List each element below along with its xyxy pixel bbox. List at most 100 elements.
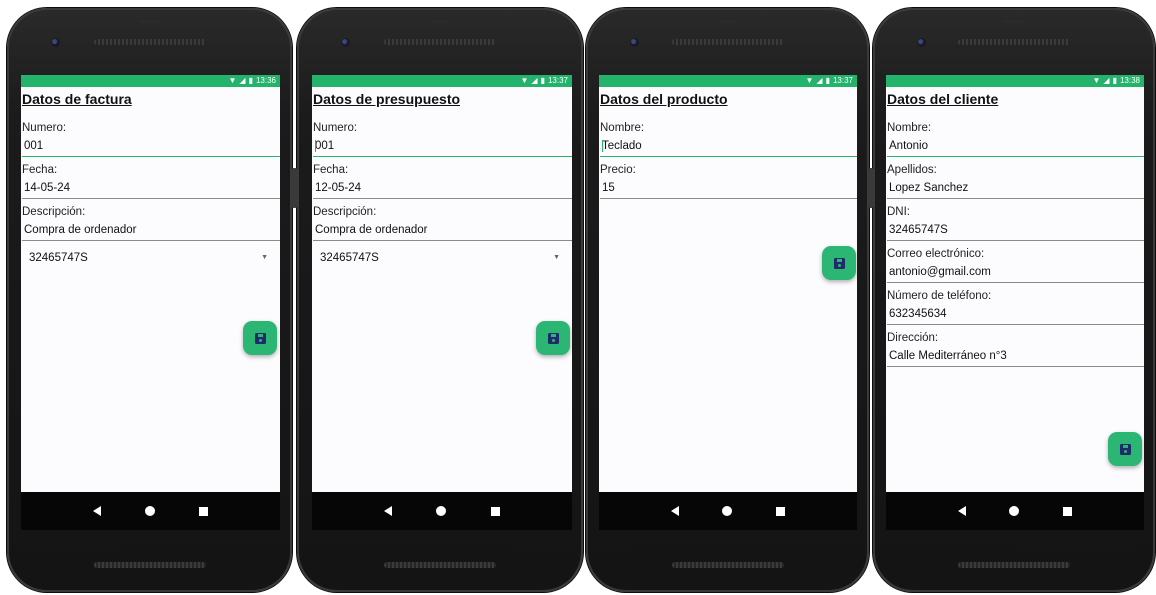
signal-icon: ◢ bbox=[816, 76, 823, 85]
screen: ▼ ◢ ▮ 13:36 Datos de factura Numero: 001… bbox=[21, 75, 280, 492]
email-input[interactable]: antonio@gmail.com bbox=[887, 262, 1144, 283]
recents-icon[interactable] bbox=[776, 506, 786, 516]
status-time: 13:38 bbox=[1119, 76, 1140, 85]
fecha-input[interactable]: 12-05-24 bbox=[313, 178, 572, 199]
numero-input[interactable]: 001 bbox=[22, 136, 280, 157]
recents-icon[interactable] bbox=[199, 506, 208, 516]
field-label: Numero: bbox=[22, 122, 67, 134]
descripcion-input[interactable]: Compra de ordenador bbox=[22, 220, 280, 241]
field-label: Número de teléfono: bbox=[887, 290, 992, 302]
phone-input[interactable]: 632345634 bbox=[887, 304, 1144, 325]
field-label: Descripción: bbox=[22, 206, 86, 218]
spinner-value: 32465747S bbox=[320, 252, 379, 264]
field-label: Precio: bbox=[600, 164, 636, 176]
signal-icon: ◢ bbox=[239, 76, 246, 85]
sensor-slit bbox=[717, 20, 738, 23]
battery-icon: ▮ bbox=[1112, 76, 1117, 85]
nombre-input[interactable]: Teclado bbox=[600, 136, 857, 157]
status-time: 13:37 bbox=[547, 76, 568, 85]
descripcion-input[interactable]: Compra de ordenador bbox=[313, 220, 572, 241]
field-label: Dirección: bbox=[887, 332, 939, 344]
wifi-icon: ▼ bbox=[520, 76, 529, 85]
phone-frame: ▼ ◢ ▮ 13:37 Datos del producto Nombre: T… bbox=[586, 8, 872, 592]
field-label: Fecha: bbox=[22, 164, 58, 176]
battery-icon: ▮ bbox=[540, 76, 545, 85]
field-label: Nombre: bbox=[600, 122, 645, 134]
dropdown-arrow-icon: ▼ bbox=[261, 254, 268, 261]
sensor-slit bbox=[1004, 20, 1024, 23]
address-input[interactable]: Calle Mediterráneo n°3 bbox=[887, 346, 1144, 367]
nav-bar bbox=[312, 492, 572, 530]
bottom-speaker bbox=[671, 562, 784, 568]
back-icon[interactable] bbox=[957, 506, 966, 516]
home-icon[interactable] bbox=[436, 506, 447, 516]
page-title: Datos del cliente bbox=[887, 91, 999, 107]
phone-frame: ▼ ◢ ▮ 13:38 Datos del cliente Nombre: An… bbox=[870, 8, 1155, 592]
screen: ▼ ◢ ▮ 13:37 Datos del producto Nombre: T… bbox=[599, 75, 857, 492]
signal-icon: ◢ bbox=[1103, 76, 1110, 85]
fecha-input[interactable]: 14-05-24 bbox=[22, 178, 280, 199]
back-icon[interactable] bbox=[384, 506, 393, 516]
form: Datos de presupuesto Numero: 001 Fecha: … bbox=[312, 91, 572, 269]
recents-icon[interactable] bbox=[1063, 506, 1073, 516]
form: Datos del producto Nombre: Teclado Preci… bbox=[599, 91, 857, 199]
save-icon bbox=[1119, 443, 1131, 455]
battery-icon: ▮ bbox=[825, 76, 830, 85]
earpiece-speaker bbox=[671, 39, 784, 45]
page-title: Datos de presupuesto bbox=[313, 91, 461, 107]
wifi-icon: ▼ bbox=[805, 76, 814, 85]
dni-input[interactable]: 32465747S bbox=[887, 220, 1144, 241]
nombre-input[interactable]: Antonio bbox=[887, 136, 1144, 157]
precio-input[interactable]: 15 bbox=[600, 178, 857, 199]
client-spinner[interactable]: 32465747S ▼ bbox=[313, 247, 572, 269]
camera-icon bbox=[51, 38, 60, 47]
status-bar: ▼ ◢ ▮ 13:36 bbox=[21, 75, 280, 87]
save-button[interactable] bbox=[243, 321, 277, 355]
nav-bar bbox=[599, 492, 857, 530]
numero-input[interactable]: 001 bbox=[313, 136, 572, 157]
earpiece-speaker bbox=[958, 39, 1070, 45]
dropdown-arrow-icon: ▼ bbox=[553, 254, 560, 261]
client-spinner[interactable]: 32465747S ▼ bbox=[22, 247, 280, 269]
save-icon bbox=[254, 332, 266, 344]
home-icon[interactable] bbox=[1009, 506, 1020, 516]
bottom-speaker bbox=[93, 562, 206, 568]
status-bar: ▼ ◢ ▮ 13:38 bbox=[886, 75, 1144, 87]
status-bar: ▼ ◢ ▮ 13:37 bbox=[599, 75, 857, 87]
screen: ▼ ◢ ▮ 13:37 Datos de presupuesto Numero:… bbox=[312, 75, 572, 492]
bottom-speaker bbox=[384, 562, 496, 568]
save-icon bbox=[833, 257, 845, 269]
phone-frame: ▼ ◢ ▮ 13:37 Datos de presupuesto Numero:… bbox=[294, 8, 583, 592]
save-button[interactable] bbox=[1108, 432, 1142, 466]
nav-bar bbox=[886, 492, 1144, 530]
camera-icon bbox=[341, 38, 350, 47]
status-time: 13:36 bbox=[255, 76, 276, 85]
back-icon[interactable] bbox=[93, 506, 101, 516]
signal-icon: ◢ bbox=[531, 76, 538, 85]
field-label: DNI: bbox=[887, 206, 910, 218]
status-bar: ▼ ◢ ▮ 13:37 bbox=[312, 75, 572, 87]
recents-icon[interactable] bbox=[490, 506, 500, 516]
spinner-value: 32465747S bbox=[29, 252, 88, 264]
page-title: Datos del producto bbox=[600, 91, 728, 107]
form: Datos del cliente Nombre: Antonio Apelli… bbox=[886, 91, 1144, 367]
home-icon[interactable] bbox=[145, 506, 155, 516]
power-button bbox=[294, 168, 297, 208]
save-button[interactable] bbox=[536, 321, 570, 355]
phone-frame: ▼ ◢ ▮ 13:36 Datos de factura Numero: 001… bbox=[7, 8, 295, 592]
camera-icon bbox=[917, 38, 926, 47]
field-label: Correo electrónico: bbox=[887, 248, 985, 260]
wifi-icon: ▼ bbox=[1092, 76, 1101, 85]
screen: ▼ ◢ ▮ 13:38 Datos del cliente Nombre: An… bbox=[886, 75, 1144, 492]
field-label: Fecha: bbox=[313, 164, 349, 176]
status-time: 13:37 bbox=[832, 76, 853, 85]
save-button[interactable] bbox=[822, 246, 856, 280]
home-icon[interactable] bbox=[722, 506, 733, 516]
earpiece-speaker bbox=[384, 39, 496, 45]
field-label: Nombre: bbox=[887, 122, 932, 134]
earpiece-speaker bbox=[93, 39, 206, 45]
form: Datos de factura Numero: 001 Fecha: 14-0… bbox=[21, 91, 280, 269]
back-icon[interactable] bbox=[670, 506, 679, 516]
page-title: Datos de factura bbox=[22, 91, 132, 107]
apellidos-input[interactable]: Lopez Sanchez bbox=[887, 178, 1144, 199]
